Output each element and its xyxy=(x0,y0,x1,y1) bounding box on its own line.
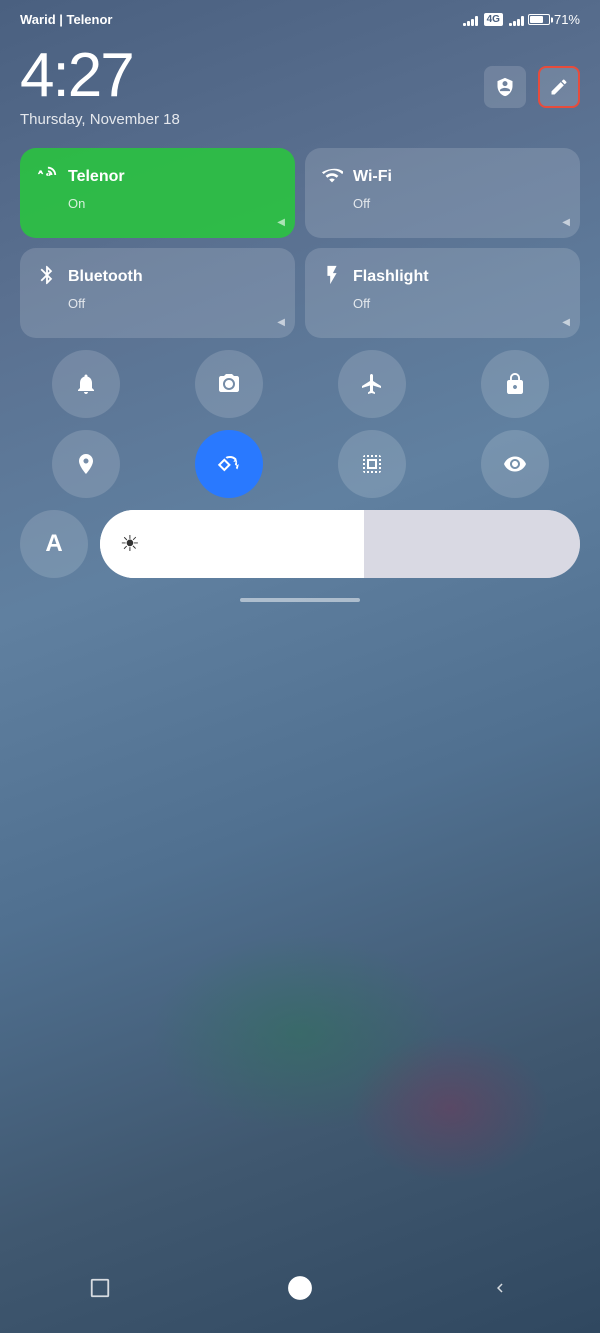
bluetooth-title: Bluetooth xyxy=(68,268,143,286)
wifi-status: Off xyxy=(321,196,564,211)
bell-button[interactable] xyxy=(52,350,120,418)
autorotate-button[interactable] xyxy=(195,430,263,498)
wifi-icon xyxy=(321,164,343,190)
scan-button[interactable] xyxy=(338,430,406,498)
eye-button[interactable] xyxy=(481,430,549,498)
flashlight-arrow: ◀ xyxy=(562,317,570,328)
telenor-arrow: ◀ xyxy=(277,217,285,228)
bluetooth-status: Off xyxy=(36,296,279,311)
status-bar: Warid | Telenor 4G 71% xyxy=(0,0,600,35)
control-center: 4:27 Thursday, November 18 xyxy=(0,35,600,602)
flashlight-title: Flashlight xyxy=(353,268,429,286)
screenshot-button[interactable] xyxy=(195,350,263,418)
time-area: 4:27 Thursday, November 18 xyxy=(20,35,580,148)
time-display: 4:27 xyxy=(20,45,180,107)
edit-button[interactable] xyxy=(538,66,580,108)
icon-row-2 xyxy=(20,430,580,498)
tile-flashlight[interactable]: Flashlight Off ◀ xyxy=(305,248,580,338)
bottom-row: A ☀ xyxy=(20,510,580,578)
home-button[interactable] xyxy=(282,1270,318,1306)
tile-telenor[interactable]: Telenor On ◀ xyxy=(20,148,295,238)
brightness-icon: ☀ xyxy=(120,531,140,557)
time-info: 4:27 Thursday, November 18 xyxy=(20,45,180,128)
battery-percent: 71% xyxy=(554,12,580,27)
network-type-badge: 4G xyxy=(484,13,503,26)
telenor-status: On xyxy=(36,196,279,211)
location-button[interactable] xyxy=(52,430,120,498)
font-label: A xyxy=(45,530,62,558)
tile-bluetooth[interactable]: Bluetooth Off ◀ xyxy=(20,248,295,338)
home-indicator xyxy=(240,598,360,602)
signal-bars-2 xyxy=(509,14,524,26)
tile-wifi[interactable]: Wi-Fi Off ◀ xyxy=(305,148,580,238)
time-actions xyxy=(484,66,580,108)
recent-apps-button[interactable] xyxy=(82,1270,118,1306)
font-button[interactable]: A xyxy=(20,510,88,578)
security-button[interactable] xyxy=(484,66,526,108)
date-display: Thursday, November 18 xyxy=(20,111,180,128)
lock-button[interactable] xyxy=(481,350,549,418)
bluetooth-arrow: ◀ xyxy=(277,317,285,328)
icon-row-1 xyxy=(20,350,580,418)
back-button[interactable] xyxy=(482,1270,518,1306)
wifi-arrow: ◀ xyxy=(562,217,570,228)
flashlight-status: Off xyxy=(321,296,564,311)
bluetooth-icon xyxy=(36,264,58,290)
wifi-title: Wi-Fi xyxy=(353,168,392,186)
battery-icon xyxy=(528,14,550,25)
brightness-empty xyxy=(364,510,580,578)
nav-bar xyxy=(0,1253,600,1333)
brightness-slider[interactable]: ☀ xyxy=(100,510,580,578)
telenor-title: Telenor xyxy=(68,168,125,186)
airplane-button[interactable] xyxy=(338,350,406,418)
flashlight-icon xyxy=(321,264,343,290)
tiles-grid: Telenor On ◀ Wi-Fi Off ◀ xyxy=(20,148,580,338)
telenor-icon xyxy=(36,164,58,190)
signal-bars-1 xyxy=(463,14,478,26)
status-right: 4G 71% xyxy=(463,12,580,27)
carrier-label: Warid | Telenor xyxy=(20,12,112,27)
